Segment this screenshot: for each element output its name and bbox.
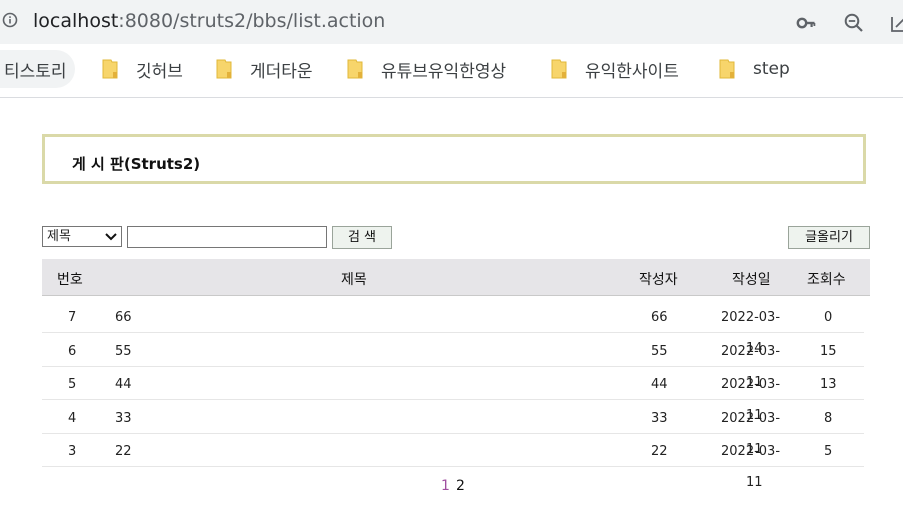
row-date: 2022-03-	[721, 310, 781, 325]
row-views: 0	[824, 310, 833, 325]
date-wrap-text: 11	[746, 408, 763, 423]
row-author: 55	[651, 344, 668, 359]
search-field-value: 제목	[47, 229, 71, 244]
table-row: 3 22 22 2022-03- 5	[42, 433, 864, 467]
row-author: 22	[651, 444, 668, 459]
row-num: 3	[68, 444, 77, 459]
bookmark-label: 게더타운	[250, 61, 313, 82]
url-text[interactable]: localhost:8080/struts2/bbs/list.action	[33, 10, 385, 32]
board-title-box: 게 시 판(Struts2)	[42, 134, 866, 184]
row-views: 5	[824, 444, 833, 459]
folder-icon	[347, 59, 363, 79]
share-icon[interactable]	[889, 12, 903, 34]
table-row: 6 55 55 2022-03- 15	[42, 333, 864, 367]
zoom-out-icon[interactable]	[843, 12, 865, 34]
bookmark-useful-sites[interactable]: 유익한사이트	[551, 50, 679, 88]
date-wrap-text: 14	[746, 341, 763, 356]
table-row: 5 44 44 2022-03- 13	[42, 366, 864, 400]
search-field-select[interactable]: 제목	[42, 226, 122, 247]
key-icon[interactable]	[795, 12, 817, 34]
url-host: localhost	[33, 10, 119, 32]
page-link[interactable]: 2	[456, 478, 465, 494]
row-subject-link[interactable]: 44	[115, 377, 132, 392]
bookmarks-bar: 티스토리 깃허브 게더타운 유튜브유익한영상 유익한사이트 step	[0, 44, 903, 98]
bookmark-label: 깃허브	[136, 61, 183, 82]
date-wrap-text: 11	[746, 442, 763, 457]
row-num: 4	[68, 411, 77, 426]
bookmark-label: 유튜브유익한영상	[381, 61, 507, 82]
bookmark-label: 유익한사이트	[585, 61, 679, 82]
info-icon[interactable]	[2, 12, 18, 28]
bookmark-tistory[interactable]: 티스토리	[0, 50, 75, 88]
row-author: 33	[651, 411, 668, 426]
bookmark-gathertown[interactable]: 게더타운	[216, 50, 313, 88]
url-path: :8080/struts2/bbs/list.action	[118, 10, 386, 32]
bookmark-youtube[interactable]: 유튜브유익한영상	[347, 50, 506, 88]
search-button[interactable]: 검 색	[332, 226, 392, 249]
address-bar[interactable]: localhost:8080/struts2/bbs/list.action	[0, 0, 903, 44]
search-input[interactable]	[127, 226, 327, 248]
row-views: 8	[824, 411, 833, 426]
row-author: 66	[651, 310, 668, 325]
row-views: 15	[820, 344, 837, 359]
table-header: 번호 제목 작성자 작성일 조회수	[42, 259, 870, 296]
row-subject-link[interactable]: 66	[115, 310, 132, 325]
date-wrap-text: 11	[746, 475, 763, 490]
header-num: 번호	[57, 272, 83, 288]
bookmark-step[interactable]: step	[719, 50, 790, 88]
table-row: 4 33 33 2022-03- 8	[42, 400, 864, 434]
row-subject-link[interactable]: 33	[115, 411, 132, 426]
write-post-button[interactable]: 글올리기	[788, 226, 870, 249]
header-author: 작성자	[639, 272, 678, 288]
folder-icon	[102, 59, 118, 79]
folder-icon	[216, 59, 232, 79]
row-num: 7	[68, 310, 77, 325]
bookmark-label: 티스토리	[4, 61, 67, 82]
table-row: 7 66 66 2022-03- 0	[42, 299, 864, 333]
board-title: 게 시 판(Struts2)	[72, 155, 201, 173]
row-views: 13	[820, 377, 837, 392]
header-views: 조회수	[807, 272, 846, 288]
date-wrap-text: 11	[746, 375, 763, 390]
page-current: 1	[441, 478, 450, 494]
row-author: 44	[651, 377, 668, 392]
folder-icon	[719, 59, 735, 79]
bookmark-github[interactable]: 깃허브	[102, 50, 183, 88]
row-subject-link[interactable]: 22	[115, 444, 132, 459]
row-subject-link[interactable]: 55	[115, 344, 132, 359]
row-num: 6	[68, 344, 77, 359]
bookmark-label: step	[753, 59, 790, 79]
chevron-down-icon	[105, 233, 117, 241]
folder-icon	[551, 59, 567, 79]
header-date: 작성일	[732, 272, 771, 288]
row-num: 5	[68, 377, 77, 392]
header-subject: 제목	[341, 272, 367, 288]
